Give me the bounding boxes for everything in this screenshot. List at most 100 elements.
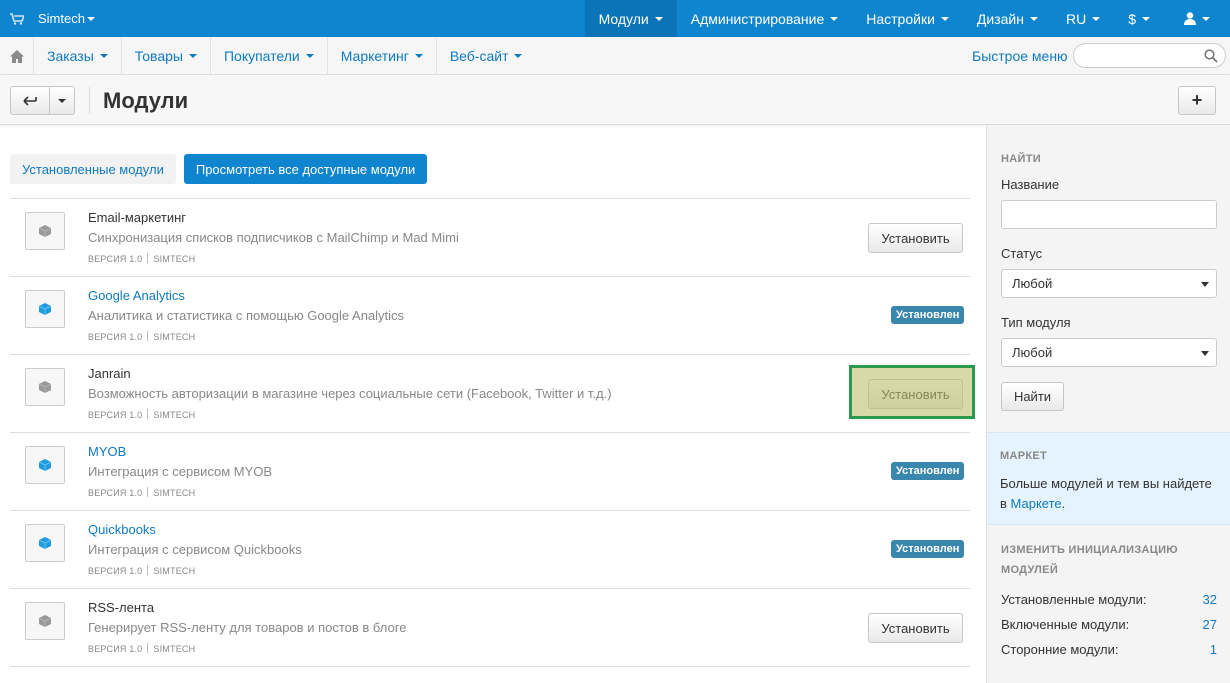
chevron-down-icon bbox=[188, 54, 197, 58]
module-row-rss-feed: RSS-лента Генерирует RSS-ленту для товар… bbox=[10, 589, 970, 667]
tab-installed-modules[interactable]: Установленные модули bbox=[10, 154, 176, 184]
menu-customers[interactable]: Покупатели bbox=[211, 37, 328, 75]
menu-website[interactable]: Веб-сайт bbox=[437, 37, 536, 75]
top-nav-design[interactable]: Дизайн bbox=[963, 0, 1052, 37]
currency-selector[interactable]: $ bbox=[1114, 0, 1164, 37]
install-button[interactable]: Установить bbox=[868, 613, 963, 643]
dropdown-arrow-icon bbox=[1201, 351, 1209, 356]
history-button-group bbox=[10, 86, 75, 115]
home-button[interactable] bbox=[0, 37, 34, 75]
module-name: RSS-лента bbox=[88, 600, 155, 615]
name-filter-input[interactable] bbox=[1001, 200, 1217, 229]
chevron-down-icon bbox=[86, 16, 95, 21]
user-menu[interactable] bbox=[1164, 0, 1230, 37]
stat-third-party: Сторонние модули: 1 bbox=[1001, 642, 1217, 657]
module-meta: ВЕРСИЯ 1.0 SIMTECH bbox=[88, 565, 196, 576]
search-icon[interactable] bbox=[1204, 49, 1218, 63]
package-icon-blue bbox=[38, 459, 52, 471]
store-switcher[interactable]: Simtech bbox=[10, 0, 95, 37]
back-arrow-icon bbox=[23, 95, 37, 106]
menu-orders[interactable]: Заказы bbox=[34, 37, 122, 75]
back-button[interactable] bbox=[10, 86, 50, 115]
module-description: Генерирует RSS-ленту для товаров и посто… bbox=[88, 620, 407, 635]
module-type-select[interactable]: Любой bbox=[1001, 338, 1217, 367]
module-description: Интеграция с сервисом MYOB bbox=[88, 464, 273, 479]
page-title: Модули bbox=[103, 88, 189, 113]
module-row-google-analytics: Google Analytics Аналитика и статистика … bbox=[10, 277, 970, 355]
chevron-down-icon bbox=[1202, 16, 1210, 21]
module-row-quickbooks: Quickbooks Интеграция с сервисом Quickbo… bbox=[10, 511, 970, 589]
module-row-myob: MYOB Интеграция с сервисом MYOB ВЕРСИЯ 1… bbox=[10, 433, 970, 511]
module-name-link[interactable]: MYOB bbox=[88, 444, 126, 459]
install-button[interactable]: Установить bbox=[868, 379, 963, 409]
module-description: Интеграция с сервисом Quickbooks bbox=[88, 542, 302, 557]
chevron-down-icon bbox=[305, 54, 314, 58]
module-row-email-marketing: Email-маркетинг Синхронизация списков по… bbox=[10, 199, 970, 277]
search-box bbox=[1073, 43, 1226, 68]
top-navbar: Simtech Модули Администрирование Настрой… bbox=[0, 0, 1230, 37]
status-select[interactable]: Любой bbox=[1001, 269, 1217, 298]
module-meta: ВЕРСИЯ 1.0 SIMTECH bbox=[88, 331, 196, 342]
history-dropdown-button[interactable] bbox=[50, 86, 75, 115]
status-badge-installed: Установлен bbox=[891, 540, 965, 558]
cart-icon bbox=[10, 12, 24, 25]
market-link[interactable]: Маркете bbox=[1011, 496, 1062, 511]
menu-marketing[interactable]: Маркетинг bbox=[328, 37, 437, 75]
market-heading: МАРКЕТ bbox=[1000, 450, 1048, 462]
module-meta: ВЕРСИЯ 1.0 SIMTECH bbox=[88, 409, 196, 420]
page-header: Модули + bbox=[0, 75, 1230, 125]
module-type-label: Тип модуля bbox=[1001, 315, 1071, 330]
module-meta: ВЕРСИЯ 1.0 SIMTECH bbox=[88, 643, 196, 654]
find-button[interactable]: Найти bbox=[1001, 382, 1064, 411]
status-badge-installed: Установлен bbox=[891, 306, 965, 324]
package-icon-blue bbox=[38, 303, 52, 315]
package-icon-gray bbox=[38, 381, 52, 393]
stat-installed: Установленные модули: 32 bbox=[1001, 592, 1217, 607]
module-thumbnail bbox=[25, 446, 65, 484]
module-thumbnail bbox=[25, 524, 65, 562]
module-name: Janrain bbox=[88, 366, 131, 381]
module-thumbnail bbox=[25, 368, 65, 406]
module-tabs: Установленные модули Просмотреть все дос… bbox=[10, 154, 428, 184]
find-heading: НАЙТИ bbox=[1001, 153, 1041, 165]
top-nav-administration[interactable]: Администрирование bbox=[677, 0, 853, 37]
chevron-down-icon bbox=[58, 98, 66, 103]
name-label: Название bbox=[1001, 177, 1060, 192]
chevron-down-icon bbox=[514, 54, 523, 58]
main-content: Установленные модули Просмотреть все дос… bbox=[0, 126, 986, 683]
module-description: Возможность авторизации в магазине через… bbox=[88, 386, 612, 401]
dropdown-arrow-icon bbox=[1201, 282, 1209, 287]
status-badge-installed: Установлен bbox=[891, 462, 965, 480]
package-icon-gray bbox=[38, 225, 52, 237]
add-module-button[interactable]: + bbox=[1178, 86, 1216, 115]
chevron-down-icon bbox=[940, 16, 949, 21]
top-nav-menu: Модули Администрирование Настройки Дизай… bbox=[584, 0, 1230, 37]
install-button[interactable]: Установить bbox=[868, 223, 963, 253]
module-description: Аналитика и статистика с помощью Google … bbox=[88, 308, 405, 323]
search-input[interactable] bbox=[1082, 47, 1197, 64]
stat-enabled: Включенные модули: 27 bbox=[1001, 617, 1217, 632]
module-name-link[interactable]: Google Analytics bbox=[88, 288, 185, 303]
chevron-down-icon bbox=[1142, 16, 1150, 21]
top-nav-settings[interactable]: Настройки bbox=[852, 0, 963, 37]
language-selector[interactable]: RU bbox=[1052, 0, 1114, 37]
quick-menu-link[interactable]: Быстрое меню bbox=[972, 48, 1068, 64]
chevron-down-icon bbox=[414, 54, 423, 58]
module-thumbnail bbox=[25, 212, 65, 250]
module-thumbnail bbox=[25, 290, 65, 328]
stats-heading: ИЗМЕНИТЬ ИНИЦИАЛИЗАЦИЮ МОДУЛЕЙ bbox=[1001, 544, 1178, 576]
top-nav-modules[interactable]: Модули bbox=[584, 0, 677, 37]
tab-all-modules[interactable]: Просмотреть все доступные модули bbox=[183, 154, 428, 184]
module-name: Email-маркетинг bbox=[88, 210, 187, 225]
market-panel: МАРКЕТ Больше модулей и тем вы найдете в… bbox=[987, 432, 1230, 525]
divider bbox=[89, 87, 90, 114]
chevron-down-icon bbox=[830, 16, 839, 21]
module-meta: ВЕРСИЯ 1.0 SIMTECH bbox=[88, 253, 196, 264]
menu-products[interactable]: Товары bbox=[122, 37, 211, 75]
module-name-link[interactable]: Quickbooks bbox=[88, 522, 156, 537]
module-list: Email-маркетинг Синхронизация списков по… bbox=[10, 198, 975, 667]
home-icon bbox=[9, 49, 24, 63]
store-name: Simtech bbox=[38, 11, 85, 26]
module-meta: ВЕРСИЯ 1.0 SIMTECH bbox=[88, 487, 196, 498]
chevron-down-icon bbox=[1092, 16, 1101, 21]
